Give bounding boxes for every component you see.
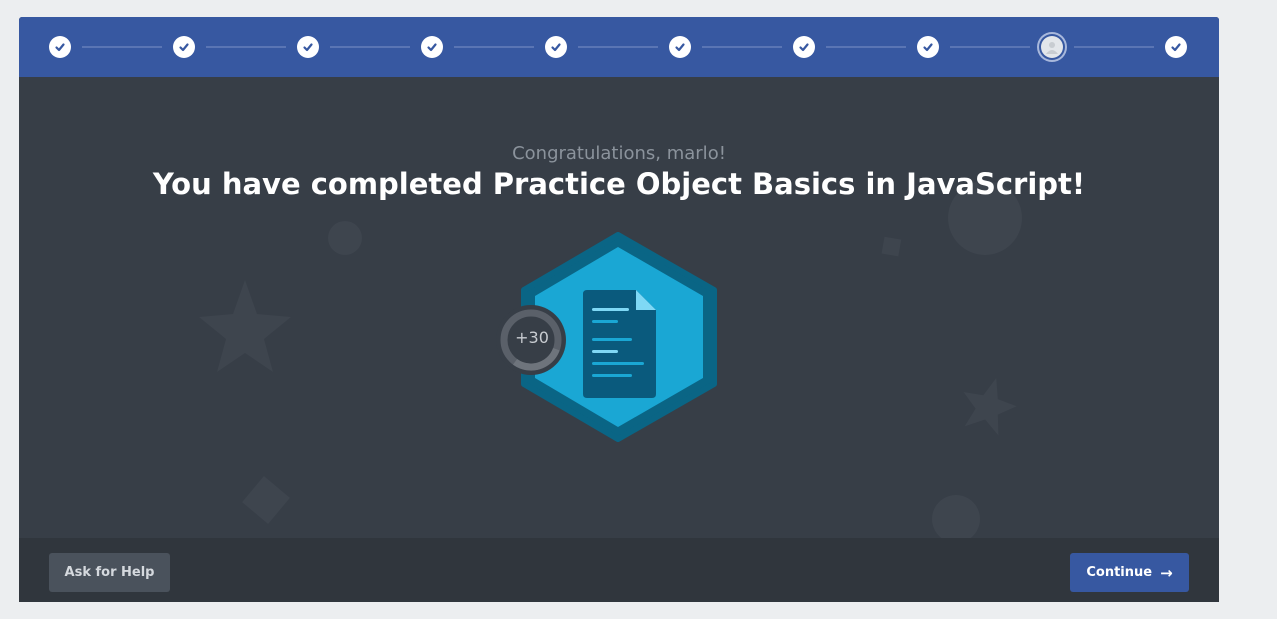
progress-step-2[interactable] (173, 36, 195, 58)
decor-circle (328, 221, 362, 255)
continue-button[interactable]: Continue → (1070, 553, 1189, 592)
step-connector (330, 46, 410, 48)
progress-header (19, 17, 1219, 77)
check-icon (675, 43, 685, 52)
ask-for-help-button[interactable]: Ask for Help (49, 553, 170, 592)
progress-step-8[interactable] (917, 36, 939, 58)
step-connector (1074, 46, 1154, 48)
progress-step-10[interactable] (1165, 36, 1187, 58)
footer-bar: Ask for Help Continue → (19, 538, 1219, 602)
continue-label: Continue (1086, 565, 1153, 580)
xp-badge-label: +30 (515, 328, 549, 347)
step-connector (454, 46, 534, 48)
completion-title: You have completed Practice Object Basic… (152, 167, 1086, 201)
decor-square (881, 236, 902, 257)
check-icon (923, 43, 933, 52)
completion-body: Congratulations, marlo! You have complet… (19, 77, 1219, 538)
completion-card: Congratulations, marlo! You have complet… (19, 17, 1219, 602)
check-icon (799, 43, 809, 52)
decor-star (199, 280, 291, 372)
check-icon (1171, 43, 1181, 52)
progress-step-9[interactable] (1041, 36, 1063, 58)
step-connector (82, 46, 162, 48)
arrow-right-icon: → (1160, 563, 1173, 582)
progress-step-1[interactable] (49, 36, 71, 58)
ask-for-help-label: Ask for Help (64, 565, 155, 580)
check-icon (303, 43, 313, 52)
step-connector (950, 46, 1030, 48)
step-connector (826, 46, 906, 48)
check-icon (551, 43, 561, 52)
decor-star (963, 377, 1017, 436)
check-icon (179, 43, 189, 52)
congratulations-subtitle: Congratulations, marlo! (512, 143, 726, 164)
decor-diamond (242, 476, 290, 524)
check-icon (427, 43, 437, 52)
progress-step-4[interactable] (421, 36, 443, 58)
progress-step-3[interactable] (297, 36, 319, 58)
step-connector (702, 46, 782, 48)
document-icon (583, 290, 656, 398)
progress-step-7[interactable] (793, 36, 815, 58)
step-connector (206, 46, 286, 48)
step-connector (578, 46, 658, 48)
decor-circle (932, 495, 980, 538)
progress-step-6[interactable] (669, 36, 691, 58)
progress-step-5[interactable] (545, 36, 567, 58)
user-icon (1046, 42, 1058, 54)
check-icon (55, 43, 65, 52)
